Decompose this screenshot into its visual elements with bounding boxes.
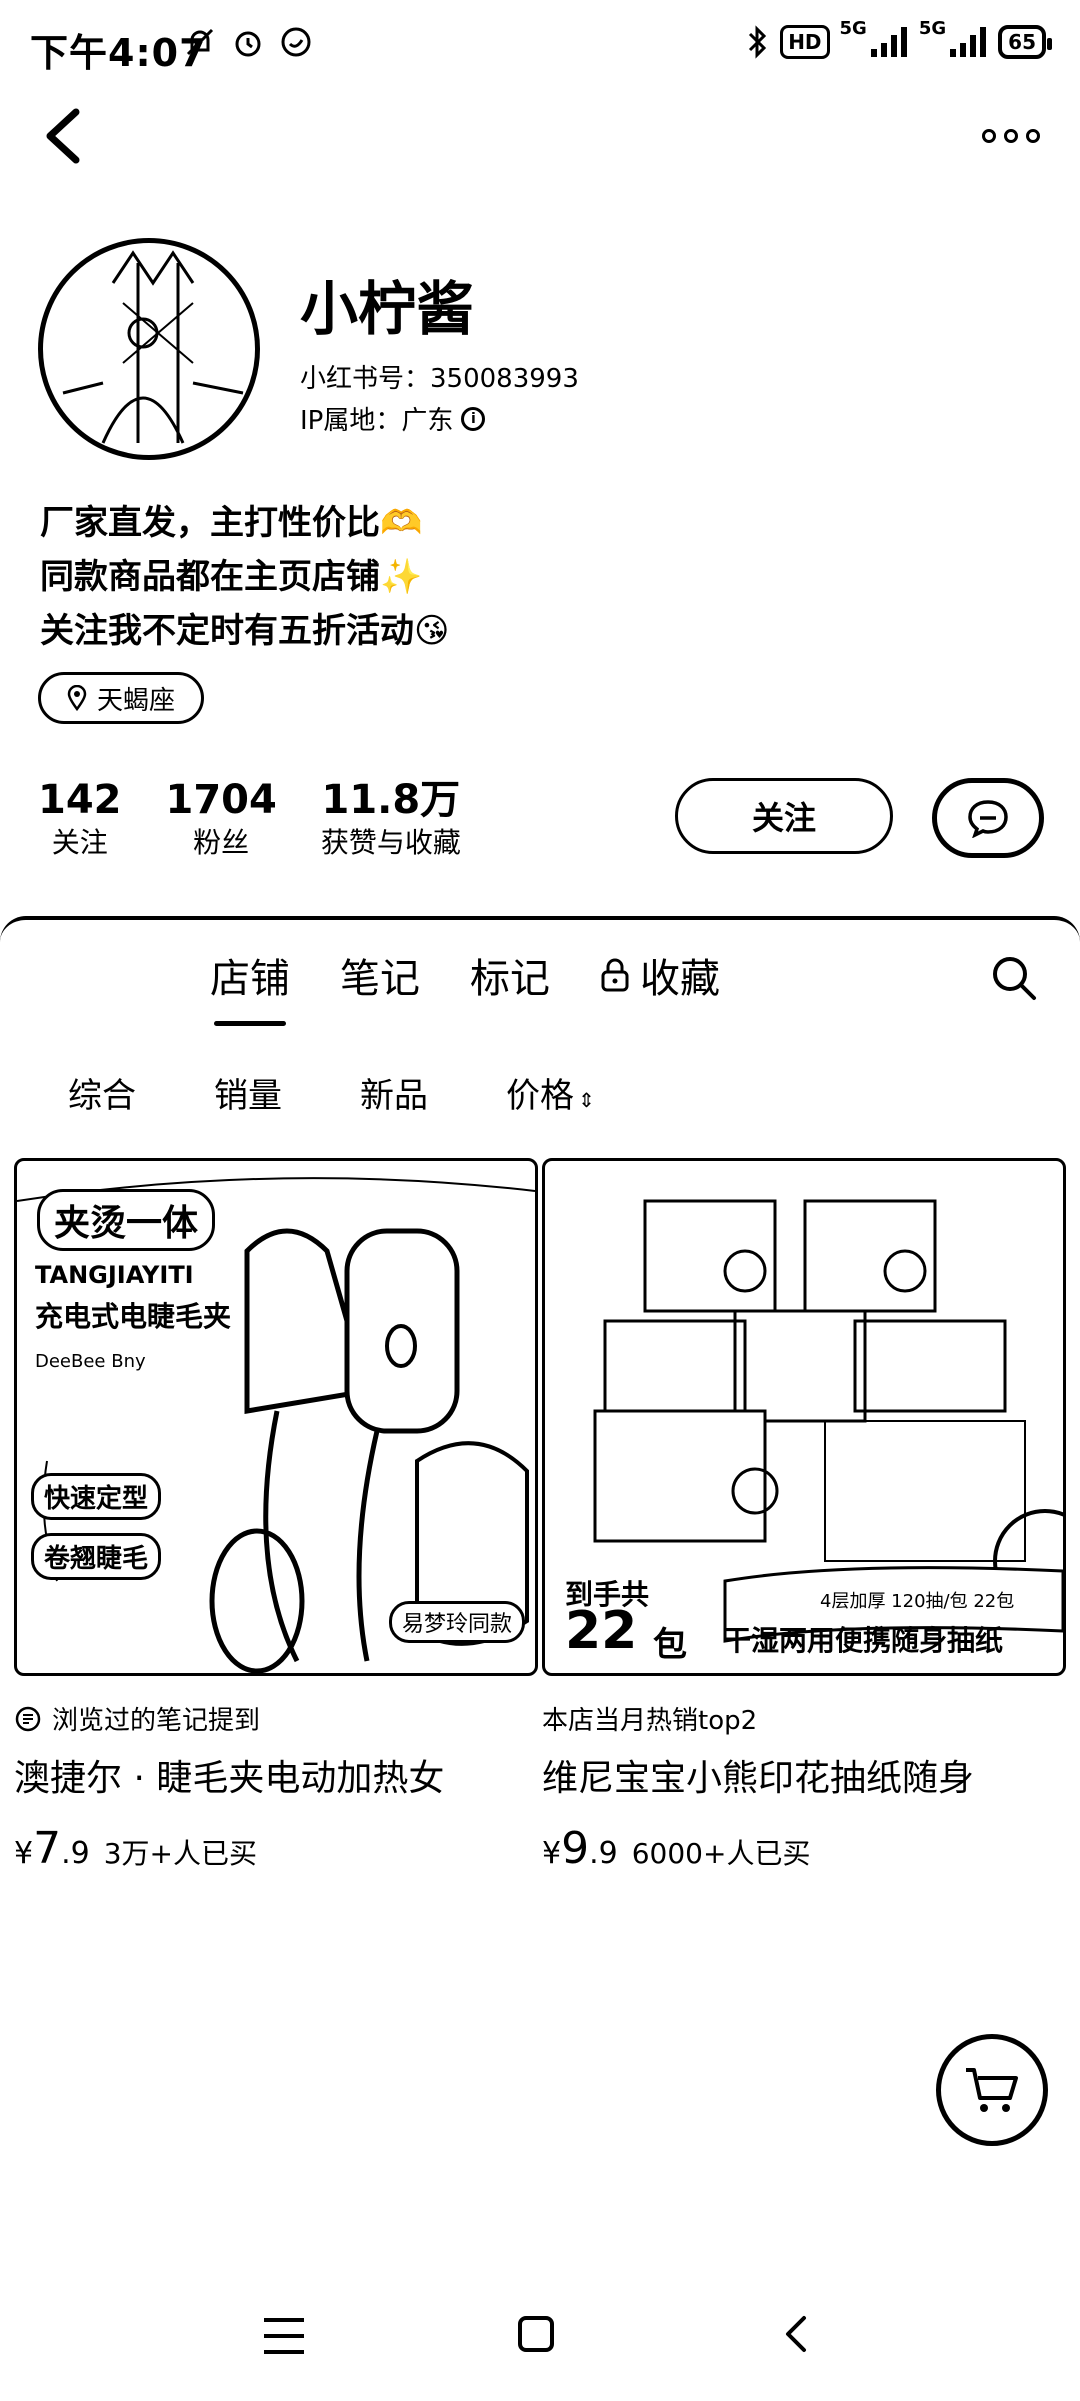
mute-bell-icon: [186, 28, 214, 56]
product-meta: 本店当月热销top2: [542, 1700, 1066, 1737]
image-banner: 干湿两用便携随身抽纸: [723, 1624, 1004, 1657]
image-endorse-tag: 易梦玲同款: [389, 1601, 526, 1643]
sort-filters: 综合 销量 新品 价格 ⇕: [68, 1068, 595, 1117]
location-pin-icon: [67, 685, 87, 711]
stat-likes-collects[interactable]: 11.8万 获赞与收藏: [321, 776, 461, 862]
tab-notes[interactable]: 笔记: [340, 946, 420, 1004]
shopping-cart-button[interactable]: [936, 2034, 1048, 2146]
stat-number: 142: [38, 777, 122, 823]
nickname: 小柠酱: [300, 275, 475, 343]
status-system-icons: HD 5G 5G 65: [746, 18, 1052, 60]
avatar[interactable]: [38, 238, 260, 460]
sold-count: 3万+人已买: [103, 1837, 257, 1870]
sold-count: 6000+人已买: [631, 1837, 811, 1870]
chat-bubble-icon: [968, 800, 1008, 838]
stat-followers[interactable]: 1704 粉丝: [166, 776, 277, 862]
shopping-cart-icon: [966, 2068, 1018, 2112]
status-time: 下午4:07: [30, 31, 207, 75]
product-meta-text: 浏览过的笔记提到: [52, 1706, 261, 1736]
price-decimal: .9: [61, 1836, 90, 1871]
product-price-row: ¥7.9 3万+人已买: [14, 1823, 538, 1874]
stat-label: 获赞与收藏: [320, 826, 461, 859]
recent-apps-icon[interactable]: [264, 2318, 304, 2354]
image-subtitle: 充电式电睫毛夹: [35, 1300, 232, 1333]
search-icon[interactable]: [988, 952, 1040, 1004]
currency: ¥: [14, 1836, 34, 1871]
ip-location-text: IP属地：广东: [300, 406, 454, 436]
image-feature-2: 卷翘睫毛: [31, 1533, 162, 1580]
image-unit: 包: [653, 1625, 687, 1665]
currency: ¥: [542, 1836, 562, 1871]
bio-line: 同款商品都在主页店铺✨: [40, 557, 423, 597]
bluetooth-icon: [749, 25, 767, 59]
image-brand: DeeBee Bny: [35, 1351, 146, 1372]
image-feature-1: 快速定型: [31, 1473, 162, 1520]
back-icon[interactable]: [36, 100, 96, 170]
red-id[interactable]: 小红书号：350083993: [300, 358, 579, 395]
product-card[interactable]: 夹烫一体 TANGJIAYITI 充电式电睫毛夹 DeeBee Bny 快速定型…: [14, 1158, 538, 1874]
filter-price-label: 价格: [506, 1076, 574, 1116]
profile-tabs: 店铺 笔记 标记 收藏: [210, 946, 720, 1026]
filter-overall[interactable]: 综合: [68, 1068, 136, 1117]
network-type-label: 5G: [839, 17, 867, 39]
image-spec: 4层加厚 120抽/包 22包: [820, 1591, 1015, 1612]
ip-location: IP属地：广东 i: [300, 400, 486, 437]
stat-following[interactable]: 142 关注: [38, 776, 122, 862]
info-icon[interactable]: i: [461, 406, 486, 431]
product-card[interactable]: 到手共 22 包 4层加厚 120抽/包 22包 干湿两用便携随身抽纸 本店当月…: [542, 1158, 1066, 1874]
tab-label: 标记: [470, 956, 550, 1002]
network-type-label-2: 5G: [918, 17, 947, 39]
tab-label: 笔记: [340, 956, 420, 1002]
note-mention-icon: [15, 1706, 41, 1731]
product-price: ¥9.9: [542, 1823, 618, 1874]
product-title: 维尼宝宝小熊印花抽纸随身: [542, 1758, 975, 1799]
bio-line: 厂家直发，主打性价比🫶: [40, 503, 423, 543]
profile-stats: 142 关注 1704 粉丝 11.8万 获赞与收藏: [38, 776, 461, 862]
app-notification-icon: [281, 27, 311, 57]
price-integer: 9: [561, 1823, 590, 1874]
sort-arrows-icon: ⇕: [578, 1088, 595, 1112]
battery-indicator: 65: [998, 25, 1052, 59]
tab-shop[interactable]: 店铺: [210, 946, 290, 1026]
nav-back-icon[interactable]: [776, 2312, 816, 2356]
avatar-photo-icon: [62, 250, 244, 444]
bio: 厂家直发，主打性价比🫶 同款商品都在主页店铺✨ 关注我不定时有五折活动😘: [40, 496, 449, 658]
tab-marks[interactable]: 标记: [470, 946, 550, 1004]
hd-voice-badge: HD: [780, 25, 830, 59]
home-icon[interactable]: [518, 2316, 554, 2352]
image-count: 22: [565, 1601, 638, 1661]
stat-label: 粉丝: [193, 826, 250, 859]
lock-icon: [601, 958, 629, 992]
filter-price[interactable]: 价格 ⇕: [506, 1068, 595, 1117]
tab-label: 收藏: [640, 956, 720, 1002]
product-meta: 浏览过的笔记提到: [14, 1700, 538, 1737]
follow-button[interactable]: 关注: [675, 778, 893, 854]
tab-label: 店铺: [210, 956, 290, 1002]
tab-collections[interactable]: 收藏: [600, 946, 720, 1004]
signal-icon-2: [950, 27, 987, 57]
product-image: 到手共 22 包 4层加厚 120抽/包 22包 干湿两用便携随身抽纸: [542, 1158, 1066, 1676]
more-options-icon[interactable]: [970, 116, 1040, 156]
filter-sales[interactable]: 销量: [214, 1068, 282, 1117]
status-notification-icons: [182, 24, 314, 60]
filter-new[interactable]: 新品: [360, 1068, 428, 1117]
product-meta-text: 本店当月热销top2: [542, 1706, 758, 1736]
product-title: 澳捷尔 · 睫毛夹电动加热女: [14, 1758, 445, 1799]
stat-number: 1704: [165, 777, 277, 823]
message-button[interactable]: [932, 778, 1044, 858]
product-image: 夹烫一体 TANGJIAYITI 充电式电睫毛夹 DeeBee Bny 快速定型…: [14, 1158, 538, 1676]
zodiac-tag-label: 天蝎座: [97, 685, 176, 716]
product-price-row: ¥9.9 6000+人已买: [542, 1823, 1066, 1874]
stat-number: 11.8万: [321, 777, 461, 823]
product-price: ¥7.9: [14, 1823, 90, 1874]
price-decimal: .9: [589, 1836, 618, 1871]
signal-icon: [870, 27, 907, 57]
price-integer: 7: [33, 1823, 62, 1874]
stat-label: 关注: [51, 826, 108, 859]
image-pinyin: TANGJIAYITI: [35, 1261, 194, 1289]
alarm-icon: [235, 31, 261, 57]
image-badge: 夹烫一体: [37, 1189, 216, 1251]
zodiac-tag[interactable]: 天蝎座: [38, 672, 205, 724]
bio-line: 关注我不定时有五折活动😘: [40, 611, 450, 651]
